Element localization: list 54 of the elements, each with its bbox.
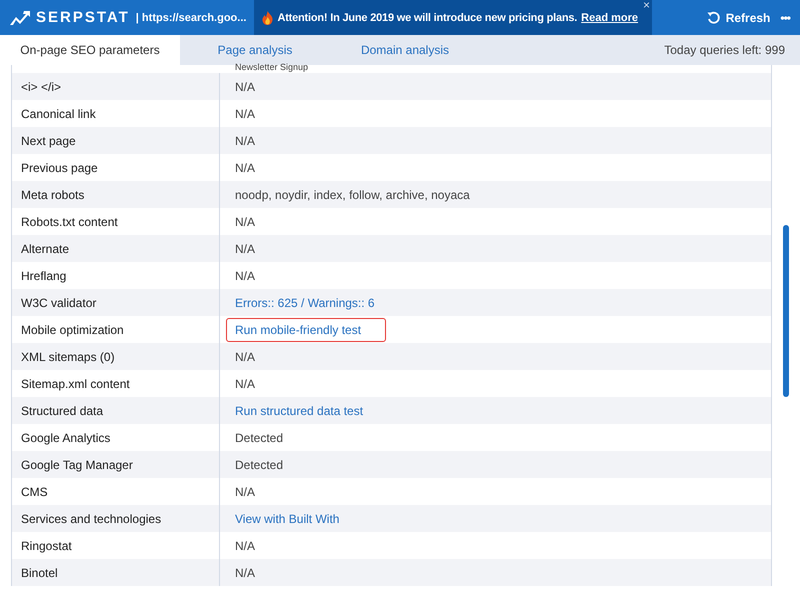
parameter-name: Meta robots — [21, 188, 84, 202]
queries-left: Today queries left: 999 — [664, 43, 785, 57]
parameter-name: Robots.txt content — [21, 214, 118, 228]
parameter-name: Alternate — [21, 242, 70, 256]
brand-name: SERPSTAT — [36, 9, 130, 26]
parameter-value: N/A — [234, 214, 256, 230]
parameter-value: N/A — [234, 484, 256, 500]
value-link[interactable]: View with Built With — [226, 506, 348, 530]
parameter-value: N/A — [234, 132, 256, 150]
value-link[interactable]: Errors:: 625 / Warnings:: 6 — [226, 290, 384, 314]
refresh-button[interactable]: Refresh — [706, 10, 770, 24]
parameter-value: N/A — [234, 564, 256, 582]
tab[interactable]: Domain analysis — [330, 35, 480, 65]
scrollbar-thumb[interactable] — [783, 225, 790, 397]
parameter-value: N/A — [234, 106, 256, 122]
close-button[interactable]: × — [643, 0, 650, 12]
logo-icon — [10, 10, 30, 24]
notice-text: Attention! In June 2019 we will introduce new pricing plans. — [277, 12, 578, 24]
parameter-name: Google Analytics — [21, 430, 110, 444]
parameter-name: Ringostat — [21, 538, 72, 552]
parameter-value: N/A — [234, 160, 256, 176]
parameter-name: Structured data — [21, 404, 104, 418]
page-url: | https://search.goo... — [136, 12, 246, 24]
parameter-value: N/A — [234, 376, 256, 392]
tab[interactable]: On-page SEO parameters — [0, 35, 180, 65]
read-more-link[interactable]: Read more — [581, 12, 638, 24]
parameter-name: Previous page — [21, 160, 98, 174]
parameter-name: XML sitemaps (0) — [21, 350, 115, 364]
parameter-name: Mobile optimization — [21, 322, 124, 336]
parameter-name: Google Tag Manager — [21, 458, 133, 472]
parameter-name: <i> </i> — [21, 80, 62, 94]
parameter-value: N/A — [234, 78, 256, 96]
parameter-name: Services and technologies — [21, 512, 162, 526]
highlighted-link[interactable]: Run mobile-friendly test — [226, 318, 386, 342]
parameter-name: Sitemap.xml content — [21, 376, 130, 390]
parameter-value: N/A — [234, 538, 256, 554]
tab[interactable]: Page analysis — [180, 35, 330, 65]
refresh-icon — [706, 10, 721, 24]
parameter-value: Detected — [234, 456, 284, 474]
parameter-value: Newsletter Signup — [234, 62, 310, 73]
parameter-name: W3C validator — [21, 296, 96, 310]
parameter-value: N/A — [234, 348, 256, 366]
parameter-value: N/A — [234, 240, 256, 258]
parameter-value: noodp, noydir, index, follow, archive, noyaca — [234, 186, 471, 204]
parameter-name: CMS — [21, 484, 48, 498]
value-link[interactable]: Run structured data test — [226, 398, 372, 422]
parameter-name: Binotel — [21, 566, 58, 580]
fire-icon — [262, 10, 274, 24]
parameter-value: Detected — [234, 430, 284, 446]
more-button[interactable]: ••• — [780, 10, 790, 24]
parameter-name: Canonical link — [21, 106, 96, 120]
parameter-value: N/A — [234, 268, 256, 284]
parameter-name: Next page — [21, 134, 76, 148]
parameter-name: Hreflang — [21, 268, 66, 282]
